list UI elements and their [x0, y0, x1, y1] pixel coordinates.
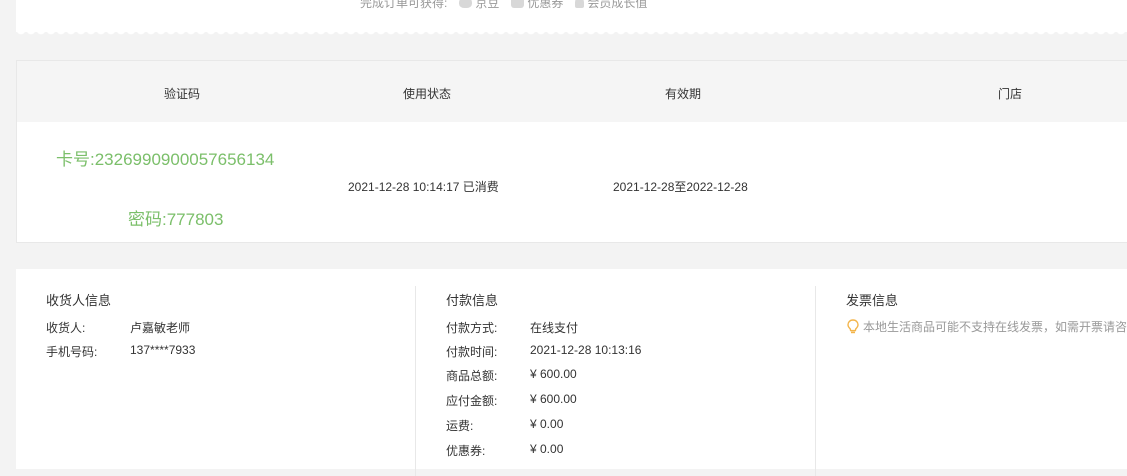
member-icon [575, 0, 585, 8]
validity-range: 2021-12-28至2022-12-28 [613, 180, 748, 194]
order-info-panel: 收货人信息 收货人: 卢嘉敏老师 手机号码: 137****7933 付款信息 … [16, 269, 1127, 476]
payment-row-payable: 应付金额: ¥ 600.00 [446, 392, 577, 409]
payment-method-value: 在线支付 [530, 321, 579, 335]
rewards-label: 完成订单可获得: [360, 0, 448, 10]
voucher-table: 验证码 使用状态 有效期 门店 卡号:2326990900057656134 密… [16, 60, 1127, 243]
invoice-title: 发票信息 [846, 293, 899, 308]
rewards-line: 完成订单可获得: 京豆 优惠券 会员成长值 [360, 0, 647, 11]
payment-total-label: 商品总额: [446, 369, 498, 383]
invoice-note: 本地生活商品可能不支持在线发票，如需开票请咨 [847, 318, 1127, 335]
receiver-phone-value: 137****7933 [130, 343, 196, 357]
invoice-note-text: 本地生活商品可能不支持在线发票，如需开票请咨 [863, 320, 1127, 334]
payment-shipping-value: ¥ 0.00 [530, 417, 564, 431]
coupon-icon [511, 0, 525, 8]
header-status: 使用状态 [403, 87, 452, 101]
usage-status: 2021-12-28 10:14:17 已消费 [348, 180, 499, 194]
receiver-phone-label: 手机号码: [46, 345, 98, 359]
payment-time-value: 2021-12-28 10:13:16 [530, 343, 642, 357]
receiver-row-name: 收货人: 卢嘉敏老师 [46, 319, 190, 336]
payment-title: 付款信息 [446, 293, 499, 308]
header-store: 门店 [998, 87, 1023, 101]
payment-shipping-label: 运费: [446, 419, 474, 433]
payment-coupon-value: ¥ 0.00 [530, 442, 564, 456]
payment-row-shipping: 运费: ¥ 0.00 [446, 417, 563, 434]
payment-time-label: 付款时间: [446, 345, 498, 359]
payment-total-value: ¥ 600.00 [530, 367, 577, 381]
voucher-table-header: 验证码 使用状态 有效期 门店 [17, 61, 1127, 122]
payment-row-total: 商品总额: ¥ 600.00 [446, 367, 577, 384]
receiver-name-label: 收货人: [46, 321, 86, 335]
lightbulb-icon [847, 318, 859, 335]
reward-bean: 京豆 [459, 0, 499, 11]
payment-payable-value: ¥ 600.00 [530, 392, 577, 406]
reward-coupon-label: 优惠券 [527, 0, 564, 10]
payment-row-coupon: 优惠券: ¥ 0.00 [446, 442, 563, 459]
header-code: 验证码 [164, 87, 201, 101]
payment-payable-label: 应付金额: [446, 394, 498, 408]
bean-icon [459, 0, 473, 8]
payment-row-time: 付款时间: 2021-12-28 10:13:16 [446, 343, 641, 360]
payment-method-label: 付款方式: [446, 321, 498, 335]
payment-row-method: 付款方式: 在线支付 [446, 319, 578, 336]
column-divider-2 [815, 286, 816, 476]
reward-coupon: 优惠券 [511, 0, 563, 11]
receiver-title: 收货人信息 [46, 293, 112, 308]
column-divider-1 [415, 286, 416, 476]
receiver-name-value: 卢嘉敏老师 [130, 321, 191, 335]
reward-bean-label: 京豆 [475, 0, 500, 10]
card-password: 密码:777803 [128, 210, 224, 229]
reward-member: 会员成长值 [575, 0, 647, 11]
payment-coupon-label: 优惠券: [446, 444, 486, 458]
card-number: 卡号:2326990900057656134 [56, 150, 275, 169]
header-validity: 有效期 [665, 87, 702, 101]
rewards-strip: 完成订单可获得: 京豆 优惠券 会员成长值 [16, 0, 1127, 32]
wavy-divider [16, 30, 1127, 38]
reward-member-label: 会员成长值 [587, 0, 648, 10]
receiver-row-phone: 手机号码: 137****7933 [46, 343, 195, 360]
